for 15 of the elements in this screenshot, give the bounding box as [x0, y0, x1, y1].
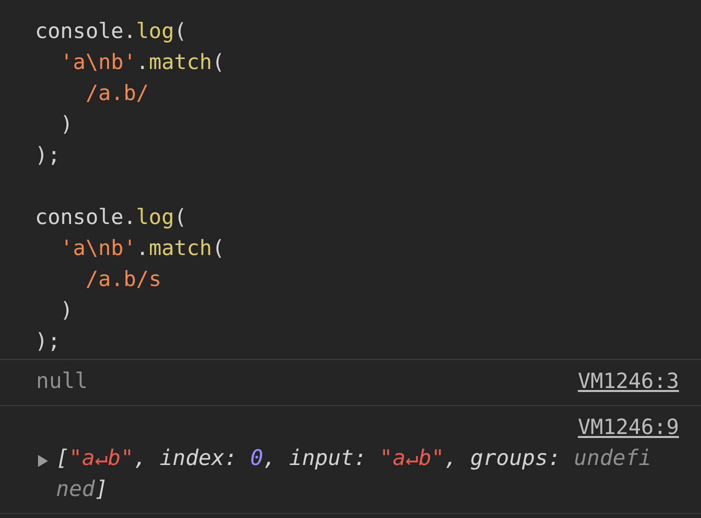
code-line: 'a\nb'.match(	[59, 49, 226, 76]
code-line: );	[35, 328, 62, 355]
code-line: )	[59, 297, 74, 324]
source-link[interactable]: VM1246:9	[578, 412, 679, 443]
code-line: console.log(	[35, 204, 188, 231]
source-link[interactable]: VM1246:3	[578, 366, 679, 397]
code-line: )	[59, 111, 74, 138]
code-line: 'a\nb'.match(	[59, 235, 226, 262]
console-output: ["a↵b", index: 0, input: "a↵b", groups: undefined]	[56, 445, 652, 504]
code-line: );	[35, 142, 62, 169]
console-output: null	[36, 368, 88, 396]
code-line: console.log(	[35, 18, 188, 45]
code-line: /a.b/	[84, 80, 150, 107]
code-line: /a.b/s	[84, 266, 162, 293]
expand-triangle-icon[interactable]	[38, 455, 48, 467]
